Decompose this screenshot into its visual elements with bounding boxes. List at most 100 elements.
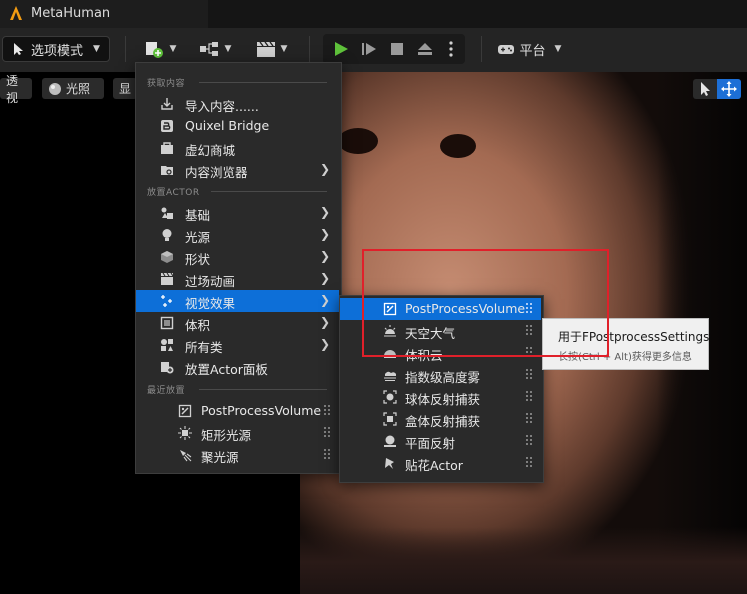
menu-item-volumes[interactable]: 体积 ❯ [136,312,339,334]
menu-item-label: 光源 [185,230,211,245]
advance-frame-button[interactable] [357,37,381,61]
chevron-right-icon: ❯ [319,249,330,263]
platforms-label: 平台 [519,43,546,59]
drag-handle-icon[interactable] [526,456,532,468]
add-content-button[interactable]: ▼ [141,37,179,61]
menu-item-cinematics[interactable]: 过场动画 ❯ [136,268,339,290]
chevron-right-icon: ❯ [319,315,330,329]
menu-item-label: 虚幻商城 [185,143,236,158]
recent-item-postprocess-volume[interactable]: PostProcessVolume [136,400,339,422]
window-title: MetaHuman [31,6,111,21]
spot-light-icon [180,450,192,462]
menu-item-import[interactable]: 导入内容...... [136,93,339,115]
visual-effects-icon [161,295,172,307]
eject-icon [418,43,432,55]
place-actor-panel-icon [161,362,174,374]
chevron-right-icon: ❯ [319,271,330,285]
select-tool-button[interactable] [693,79,717,99]
menu-item-quixel-bridge[interactable]: Quixel Bridge [136,115,339,137]
recent-item-rect-light[interactable]: 矩形光源 [136,422,339,444]
menu-item-label: 导入内容...... [185,99,259,114]
play-options-button[interactable] [441,37,461,61]
play-icon [335,42,348,56]
drag-handle-icon[interactable] [526,368,532,380]
drag-handle-icon[interactable] [324,448,330,460]
blueprint-icon [199,42,218,56]
bridge-icon [161,120,173,132]
play-controls [323,34,465,64]
gamepad-icon [497,45,514,54]
section-divider [211,191,327,192]
menu-item-content-browser[interactable]: 内容浏览器 ❯ [136,159,339,181]
eject-button[interactable] [413,37,437,61]
submenu-item-label: 贴花Actor [405,458,463,473]
menu-item-marketplace[interactable]: 虚幻商城 [136,137,339,159]
chevron-right-icon: ❯ [319,205,330,219]
menu-item-shapes[interactable]: 形状 ❯ [136,246,339,268]
move-tool-button[interactable] [717,79,741,99]
play-button[interactable] [329,37,353,61]
level-tab[interactable]: MetaHuman [0,0,208,28]
menu-item-place-actor-panel[interactable]: 放置Actor面板 [136,356,339,378]
basic-icon [161,207,173,219]
perspective-label: 透视 [6,73,19,105]
height-fog-icon [384,371,396,382]
chevron-right-icon: ❯ [319,227,330,241]
clothing-render [300,527,747,594]
step-icon [362,43,376,55]
menu-item-label: 矩形光源 [201,428,252,443]
menu-item-visual-effects[interactable]: 视觉效果 ❯ [136,290,339,312]
chevron-down-icon: ▼ [93,44,100,54]
blueprints-button[interactable]: ▼ [195,37,235,61]
select-mode-icon [14,43,23,55]
platforms-button[interactable]: 平台 ▼ [495,37,563,61]
section-header-get-content: 获取内容 [147,79,186,89]
drag-handle-icon[interactable] [526,412,532,424]
recent-item-spot-light[interactable]: 聚光源 [136,444,339,466]
menu-item-all-classes[interactable]: 所有类 ❯ [136,334,339,356]
submenu-item-sphere-reflection[interactable]: 球体反射捕获 [340,386,541,408]
sphere-reflection-icon [383,390,397,404]
chevron-down-icon: ▼ [280,44,288,54]
lit-mode-button[interactable]: 光照 [42,78,104,99]
section-header-place-actor: 放置ACTOR [147,188,200,198]
submenu-item-label: 盒体反射捕获 [405,414,481,429]
submenu-item-planar-reflection[interactable]: 平面反射 [340,430,541,452]
cinematic-icon [161,272,174,285]
menu-item-label: Quixel Bridge [185,118,270,133]
content-browser-icon [161,166,173,175]
submenu-item-height-fog[interactable]: 指数级高度雾 [340,364,541,386]
show-label: 显 [119,82,132,96]
drag-handle-icon[interactable] [324,426,330,438]
shape-icon [161,251,173,263]
unreal-logo-icon [10,6,22,20]
chevron-down-icon: ▼ [554,44,562,54]
submenu-item-decal-actor[interactable]: 贴花Actor [340,452,541,474]
show-button[interactable]: 显 [113,78,137,99]
menu-item-label: 视觉效果 [185,296,236,311]
marketplace-icon [161,142,173,154]
modes-dropdown[interactable]: 选项模式 ▼ [2,36,110,62]
chevron-right-icon: ❯ [319,162,330,176]
submenu-item-label: 球体反射捕获 [405,392,481,407]
cinematics-button[interactable]: ▼ [250,37,292,61]
submenu-item-label: 指数级高度雾 [405,370,481,385]
section-header-recent: 最近放置 [147,386,186,396]
postprocess-icon [178,404,192,418]
drag-handle-icon[interactable] [526,390,532,402]
menu-item-lights[interactable]: 光源 ❯ [136,224,339,246]
menu-item-basic[interactable]: 基础 ❯ [136,202,339,224]
submenu-item-box-reflection[interactable]: 盒体反射捕获 [340,408,541,430]
drag-handle-icon[interactable] [526,434,532,446]
import-icon [161,98,173,110]
box-reflection-icon [383,412,397,426]
section-divider [199,389,327,390]
move-icon [721,81,737,97]
chevron-down-icon: ▼ [169,44,177,54]
menu-item-label: 内容浏览器 [185,165,248,180]
perspective-button[interactable]: 透视 [0,74,32,105]
toolbar-divider [481,36,482,62]
drag-handle-icon[interactable] [324,404,330,416]
menu-item-label: PostProcessVolume [201,403,322,418]
stop-button[interactable] [385,37,409,61]
